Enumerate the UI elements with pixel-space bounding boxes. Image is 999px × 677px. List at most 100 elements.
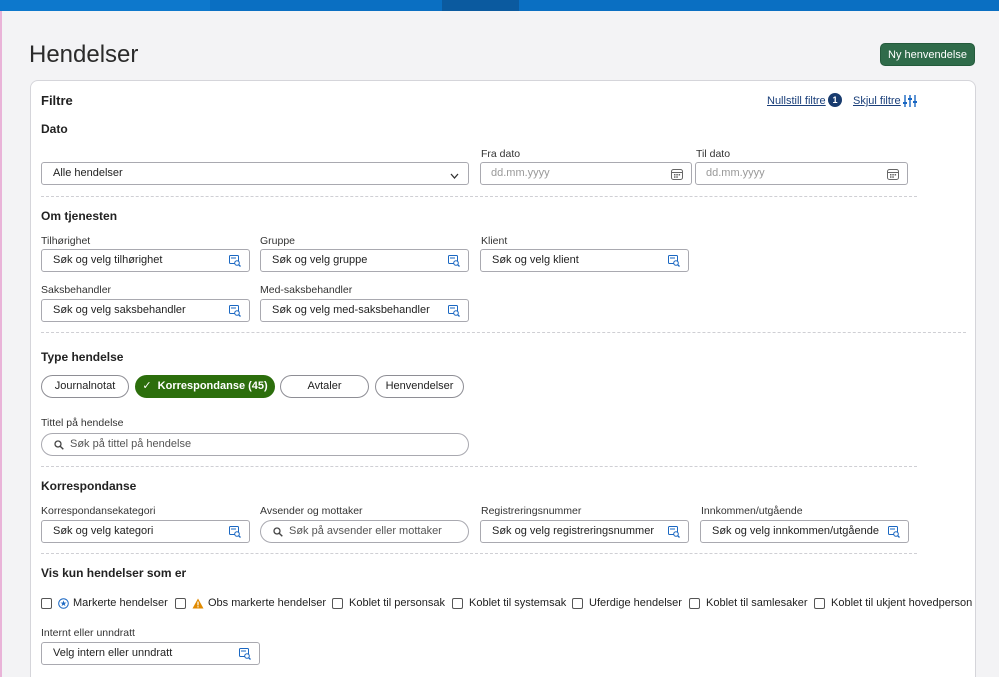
- caseworker-field-value: Søk og velg saksbehandler: [53, 304, 186, 316]
- section-divider: [41, 196, 917, 197]
- chip-appointments[interactable]: Avtaler: [280, 375, 369, 398]
- search-list-icon[interactable]: [888, 526, 900, 538]
- checkbox-linked-collection-cases[interactable]: Koblet til samlesaker: [689, 597, 808, 609]
- search-icon: [54, 440, 64, 450]
- direction-label: Innkommen/utgående: [701, 505, 803, 517]
- affiliation-label: Tilhørighet: [41, 235, 91, 247]
- star-circle-icon: [58, 597, 69, 609]
- affiliation-search-field[interactable]: Søk og velg tilhørighet: [41, 249, 250, 272]
- checkbox[interactable]: [41, 597, 52, 609]
- search-list-icon[interactable]: [229, 305, 241, 317]
- affiliation-field-value: Søk og velg tilhørighet: [53, 254, 163, 266]
- to-date-label: Til dato: [696, 148, 731, 160]
- co-caseworker-search-field[interactable]: Søk og velg med-saksbehandler: [260, 299, 469, 322]
- sender-recipient-label: Avsender og mottaker: [260, 505, 363, 517]
- checkbox[interactable]: [452, 597, 463, 609]
- internal-restricted-label: Internt eller unndratt: [41, 627, 135, 639]
- correspondence-section-heading: Korrespondanse: [41, 479, 137, 493]
- from-date-label: Fra dato: [481, 148, 521, 160]
- registration-number-field-value: Søk og velg registreringsnummer: [492, 525, 655, 537]
- checkbox[interactable]: [689, 597, 700, 609]
- caseworker-search-field[interactable]: Søk og velg saksbehandler: [41, 299, 250, 322]
- section-divider: [41, 553, 917, 554]
- show-only-section-heading: Vis kun hendelser som er: [41, 566, 187, 580]
- filter-sliders-icon[interactable]: [903, 95, 917, 107]
- client-search-field[interactable]: Søk og velg klient: [480, 249, 689, 272]
- top-bar-segment-active: [442, 0, 519, 11]
- filters-heading: Filtre: [41, 93, 73, 108]
- checkbox[interactable]: [332, 597, 343, 609]
- group-search-field[interactable]: Søk og velg gruppe: [260, 249, 469, 272]
- caseworker-label: Saksbehandler: [41, 284, 112, 296]
- from-date-input[interactable]: dd.mm.yyyy: [480, 162, 692, 185]
- registration-number-label: Registreringsnummer: [481, 505, 582, 517]
- chip-journal-note[interactable]: Journalnotat: [41, 375, 129, 398]
- checkbox-obs-marked-events[interactable]: Obs markerte hendelser: [175, 597, 326, 609]
- checkbox-linked-person-case[interactable]: Koblet til personsak: [332, 597, 445, 609]
- category-search-field[interactable]: Søk og velg kategori: [41, 520, 250, 543]
- checkbox-linked-system-case[interactable]: Koblet til systemsak: [452, 597, 566, 609]
- category-label: Korrespondansekategori: [41, 505, 156, 517]
- top-bar-segment: [0, 0, 210, 11]
- checkbox-label: Uferdige hendelser: [589, 597, 682, 609]
- check-icon: ✓: [142, 380, 158, 392]
- search-icon: [273, 527, 283, 537]
- search-list-icon[interactable]: [229, 255, 241, 267]
- checkbox-unfinished-events[interactable]: Uferdige hendelser: [572, 597, 682, 609]
- event-title-search-input[interactable]: Søk på tittel på hendelse: [41, 433, 469, 456]
- checkbox-label: Obs markerte hendelser: [208, 597, 326, 609]
- to-date-input[interactable]: dd.mm.yyyy: [695, 162, 908, 185]
- chip-correspondence-label: Korrespondanse (45): [157, 380, 268, 392]
- date-range-select-value: Alle hendelser: [53, 167, 123, 179]
- search-list-icon[interactable]: [239, 648, 251, 660]
- hide-filters-link[interactable]: Skjul filtre: [853, 95, 901, 107]
- chip-correspondence[interactable]: ✓ Korrespondanse (45): [135, 375, 275, 398]
- search-list-icon[interactable]: [229, 526, 241, 538]
- co-caseworker-field-value: Søk og velg med-saksbehandler: [272, 304, 430, 316]
- checkbox-marked-events[interactable]: Markerte hendelser: [41, 597, 168, 609]
- checkbox-label: Koblet til ukjent hovedperson: [831, 597, 973, 609]
- checkbox[interactable]: [175, 597, 186, 609]
- client-label: Klient: [481, 235, 508, 247]
- checkbox[interactable]: [572, 597, 583, 609]
- search-list-icon[interactable]: [668, 526, 680, 538]
- filter-panel: Filtre Nullstill filtre 1 Skjul filtre D…: [30, 80, 976, 677]
- section-divider: [41, 466, 917, 467]
- top-brand-bar: [0, 0, 999, 11]
- date-range-select[interactable]: Alle hendelser: [41, 162, 469, 185]
- chip-inquiries[interactable]: Henvendelser: [375, 375, 464, 398]
- service-section-heading: Om tjenesten: [41, 209, 118, 223]
- checkbox[interactable]: [814, 597, 825, 609]
- page-title: Hendelser: [29, 41, 139, 68]
- search-list-icon[interactable]: [448, 305, 460, 317]
- client-field-value: Søk og velg klient: [492, 254, 579, 266]
- checkbox-label: Koblet til systemsak: [469, 597, 567, 609]
- date-section-heading: Dato: [41, 122, 68, 136]
- sender-recipient-search-input[interactable]: Søk på avsender eller mottaker: [260, 520, 469, 543]
- active-filter-count-badge: 1: [828, 93, 842, 107]
- internal-restricted-value: Velg intern eller unndratt: [53, 647, 173, 659]
- search-list-icon[interactable]: [668, 255, 680, 267]
- checkbox-label: Koblet til personsak: [349, 597, 445, 609]
- internal-restricted-select[interactable]: Velg intern eller unndratt: [41, 642, 260, 665]
- direction-search-field[interactable]: Søk og velg innkommen/utgående: [700, 520, 909, 543]
- left-edge-accent: [0, 11, 2, 677]
- new-inquiry-button[interactable]: Ny henvendelse: [880, 43, 975, 66]
- group-label: Gruppe: [260, 235, 296, 247]
- co-caseworker-label: Med-saksbehandler: [260, 284, 353, 296]
- event-title-label: Tittel på hendelse: [41, 417, 124, 429]
- sender-recipient-placeholder: Søk på avsender eller mottaker: [289, 525, 442, 537]
- warning-icon: [192, 598, 204, 608]
- calendar-icon[interactable]: [671, 168, 683, 180]
- event-title-placeholder: Søk på tittel på hendelse: [70, 438, 192, 450]
- registration-number-search-field[interactable]: Søk og velg registreringsnummer: [480, 520, 689, 543]
- from-date-placeholder: dd.mm.yyyy: [491, 167, 550, 179]
- chevron-down-icon: [450, 173, 459, 179]
- reset-filters-link[interactable]: Nullstill filtre: [767, 95, 826, 107]
- group-field-value: Søk og velg gruppe: [272, 254, 368, 266]
- checkbox-linked-unknown-main-person[interactable]: Koblet til ukjent hovedperson: [814, 597, 972, 609]
- search-list-icon[interactable]: [448, 255, 460, 267]
- checkbox-label: Markerte hendelser: [73, 597, 168, 609]
- to-date-placeholder: dd.mm.yyyy: [706, 167, 765, 179]
- calendar-icon[interactable]: [887, 168, 899, 180]
